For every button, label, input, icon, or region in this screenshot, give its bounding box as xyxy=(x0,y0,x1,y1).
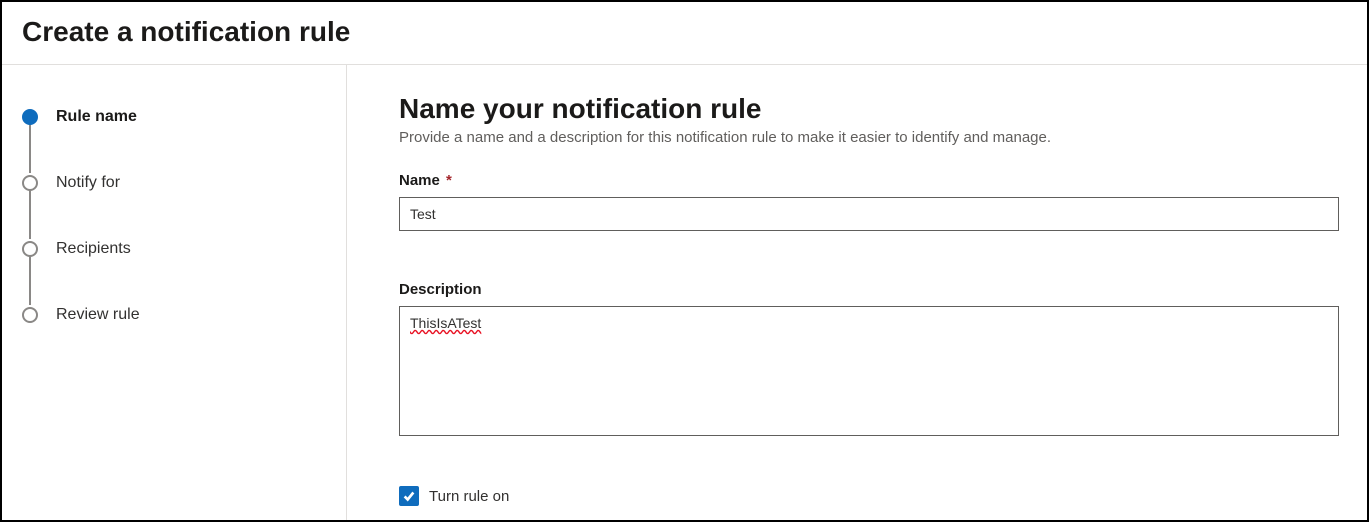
checkbox-checked-icon xyxy=(399,486,419,506)
step-connector xyxy=(29,189,31,239)
page-title: Name your notification rule xyxy=(399,93,1339,125)
step-label: Notify for xyxy=(56,174,120,192)
turn-rule-on-checkbox[interactable]: Turn rule on xyxy=(399,486,1339,506)
required-marker: * xyxy=(446,172,452,189)
turn-rule-on-label: Turn rule on xyxy=(429,488,509,505)
name-label-text: Name xyxy=(399,172,440,189)
wizard-main: Name your notification rule Provide a na… xyxy=(347,65,1367,520)
step-label: Review rule xyxy=(56,306,140,324)
step-marker-icon xyxy=(22,109,38,125)
name-field-block: Name * xyxy=(399,172,1339,231)
step-marker-icon xyxy=(22,175,38,191)
name-input[interactable] xyxy=(399,197,1339,231)
step-notify-for[interactable]: Notify for xyxy=(22,171,326,195)
step-label: Recipients xyxy=(56,240,131,258)
name-label: Name * xyxy=(399,172,1339,189)
wizard-body: Rule name Notify for Recipients Review r… xyxy=(2,65,1367,520)
description-label: Description xyxy=(399,281,1339,298)
step-list: Rule name Notify for Recipients Review r… xyxy=(22,105,326,327)
step-label: Rule name xyxy=(56,108,137,126)
page-subtitle: Provide a name and a description for thi… xyxy=(399,129,1339,146)
step-marker-icon xyxy=(22,241,38,257)
wizard-container: Create a notification rule Rule name Not… xyxy=(0,0,1369,522)
wizard-header: Create a notification rule xyxy=(2,2,1367,65)
step-review-rule[interactable]: Review rule xyxy=(22,303,326,327)
description-field-block: Description ThisIsATest xyxy=(399,281,1339,436)
description-input[interactable]: ThisIsATest xyxy=(399,306,1339,436)
step-connector xyxy=(29,255,31,305)
step-rule-name[interactable]: Rule name xyxy=(22,105,326,129)
step-recipients[interactable]: Recipients xyxy=(22,237,326,261)
wizard-title: Create a notification rule xyxy=(22,16,1347,48)
description-value-text: ThisIsATest xyxy=(410,315,481,331)
wizard-sidebar: Rule name Notify for Recipients Review r… xyxy=(2,65,347,520)
step-marker-icon xyxy=(22,307,38,323)
step-connector xyxy=(29,123,31,173)
